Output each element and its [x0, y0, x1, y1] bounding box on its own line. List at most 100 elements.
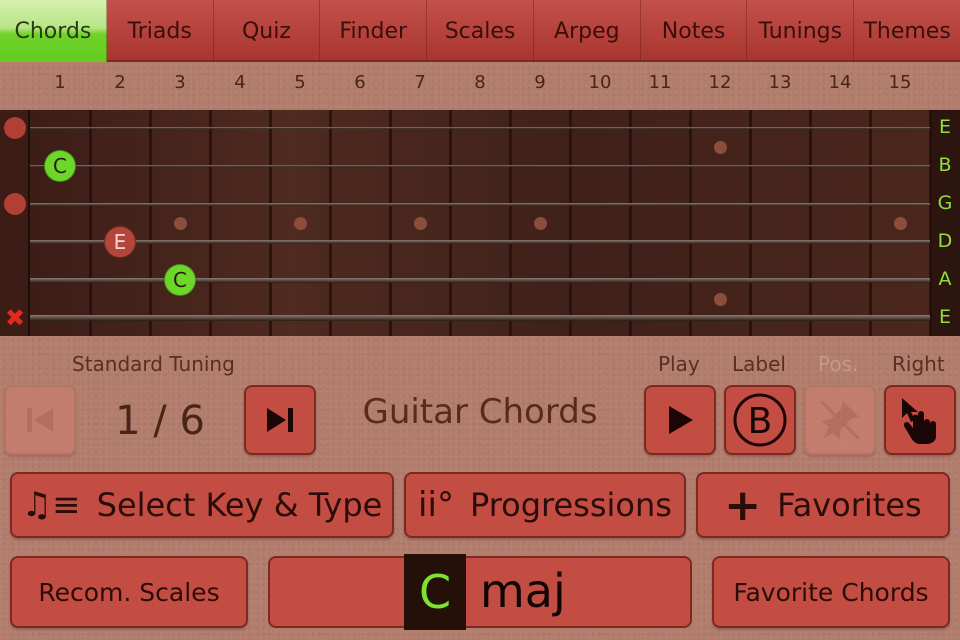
- string-name-label: E: [938, 306, 951, 328]
- fret-wire: [269, 110, 272, 336]
- guitar-string: [30, 127, 930, 129]
- tuning-label: Standard Tuning: [72, 352, 235, 376]
- label-label: Label: [732, 352, 786, 376]
- fret-number: 7: [414, 72, 426, 93]
- fretboard[interactable]: E B G D A E ✖ C E C: [0, 110, 960, 336]
- tab-notes[interactable]: Notes: [641, 0, 748, 62]
- fret-wire: [689, 110, 692, 336]
- fret-wire: [629, 110, 632, 336]
- label-button[interactable]: B: [724, 385, 796, 455]
- fret-number-row: 1 2 3 4 5 6 7 8 9 10 11 12 13 14 15: [0, 68, 960, 102]
- guitar-string: [30, 165, 930, 167]
- tab-bar: Chords Triads Quiz Finder Scales Arpeg Notes Tu…: [0, 0, 960, 62]
- fret-number: 12: [708, 72, 732, 93]
- fret-wire: [749, 110, 752, 336]
- skip-back-icon: [27, 408, 53, 432]
- tab-arpeg[interactable]: Arpeg: [534, 0, 641, 62]
- fret-inlay: [294, 217, 307, 230]
- select-key-type-button[interactable]: ♫≡ Select Key & Type: [10, 472, 394, 538]
- right-hand-button[interactable]: [884, 385, 956, 455]
- pin-crossed-icon: [819, 399, 861, 441]
- fret-wire: [449, 110, 452, 336]
- tab-chords[interactable]: Chords: [0, 0, 107, 62]
- fret-inlay: [534, 217, 547, 230]
- progressions-button[interactable]: ii° Progressions: [404, 472, 686, 538]
- fret-number: 9: [534, 72, 546, 93]
- chord-root-note[interactable]: C: [404, 554, 466, 630]
- fret-number: 2: [114, 72, 126, 93]
- fret-number: 15: [888, 72, 912, 93]
- guitar-string: [30, 240, 930, 244]
- fret-wire: [569, 110, 572, 336]
- music-list-icon: ♫≡: [21, 485, 81, 525]
- fret-wire: [209, 110, 212, 336]
- plus-icon: +: [724, 479, 762, 531]
- fret-number: 4: [234, 72, 246, 93]
- next-button[interactable]: [244, 385, 316, 455]
- fret-number: 3: [174, 72, 186, 93]
- guitar-string: [30, 315, 930, 321]
- fret-wire: [89, 110, 92, 336]
- fret-number: 10: [588, 72, 612, 93]
- play-button[interactable]: [644, 385, 716, 455]
- tab-finder[interactable]: Finder: [320, 0, 428, 62]
- guitar-string: [30, 202, 930, 206]
- fret-number: 1: [54, 72, 66, 93]
- string-name-label: B: [938, 154, 952, 176]
- string-label-area: [930, 110, 960, 336]
- note-dot-root[interactable]: C: [44, 150, 76, 182]
- fret-inlay: [174, 217, 187, 230]
- fret-number: 13: [768, 72, 792, 93]
- muted-string-icon[interactable]: ✖: [3, 306, 27, 330]
- fret-number: 6: [354, 72, 366, 93]
- string-name-label: D: [937, 230, 953, 252]
- tab-quiz[interactable]: Quiz: [214, 0, 321, 62]
- page-counter: 1 / 6: [115, 398, 205, 444]
- recommended-scales-button[interactable]: Recom. Scales: [10, 556, 248, 628]
- fret-number: 8: [474, 72, 486, 93]
- right-label: Right: [892, 352, 945, 376]
- note-dot-root[interactable]: C: [164, 264, 196, 296]
- fret-wire: [869, 110, 872, 336]
- fret-inlay-double: [714, 293, 727, 306]
- hand-pointer-icon: [902, 398, 936, 444]
- favorites-button[interactable]: + Favorites: [696, 472, 950, 538]
- tab-triads[interactable]: Triads: [107, 0, 214, 62]
- note-dot-third[interactable]: E: [104, 226, 136, 258]
- favorite-chords-button[interactable]: Favorite Chords: [712, 556, 950, 628]
- fret-wire: [149, 110, 152, 336]
- chord-selector[interactable]: C maj: [268, 554, 692, 630]
- favorite-chords-label: Favorite Chords: [733, 577, 929, 607]
- string-name-label: E: [938, 116, 951, 138]
- tab-scales[interactable]: Scales: [427, 0, 534, 62]
- fret-wire: [329, 110, 332, 336]
- position-label: Pos.: [818, 352, 859, 376]
- fret-number: 5: [294, 72, 306, 93]
- progressions-icon: ii°: [418, 485, 454, 525]
- fret-wire: [929, 110, 932, 336]
- chord-type[interactable]: maj: [480, 564, 566, 618]
- play-icon: [669, 406, 693, 434]
- position-pin-button[interactable]: [804, 385, 876, 455]
- fret-inlay: [894, 217, 907, 230]
- fret-number: 11: [648, 72, 672, 93]
- open-string-marker[interactable]: [4, 193, 26, 215]
- label-value: B: [748, 401, 773, 442]
- label-b-icon: B: [733, 393, 787, 447]
- progressions-label: Progressions: [469, 486, 672, 524]
- open-string-marker[interactable]: [4, 117, 26, 139]
- mode-title: Guitar Chords: [362, 392, 598, 432]
- fret-inlay: [414, 217, 427, 230]
- fret-number: 14: [828, 72, 852, 93]
- fret-wire: [809, 110, 812, 336]
- favorites-label: Favorites: [777, 486, 922, 524]
- select-key-type-label: Select Key & Type: [96, 486, 383, 524]
- tab-themes[interactable]: Themes: [854, 0, 960, 62]
- fret-wire: [389, 110, 392, 336]
- tab-tunings[interactable]: Tunings: [747, 0, 855, 62]
- string-name-label: A: [938, 268, 952, 290]
- skip-forward-icon: [267, 408, 293, 432]
- previous-button[interactable]: [4, 385, 76, 455]
- fret-wire: [509, 110, 512, 336]
- fret-inlay-double: [714, 141, 727, 154]
